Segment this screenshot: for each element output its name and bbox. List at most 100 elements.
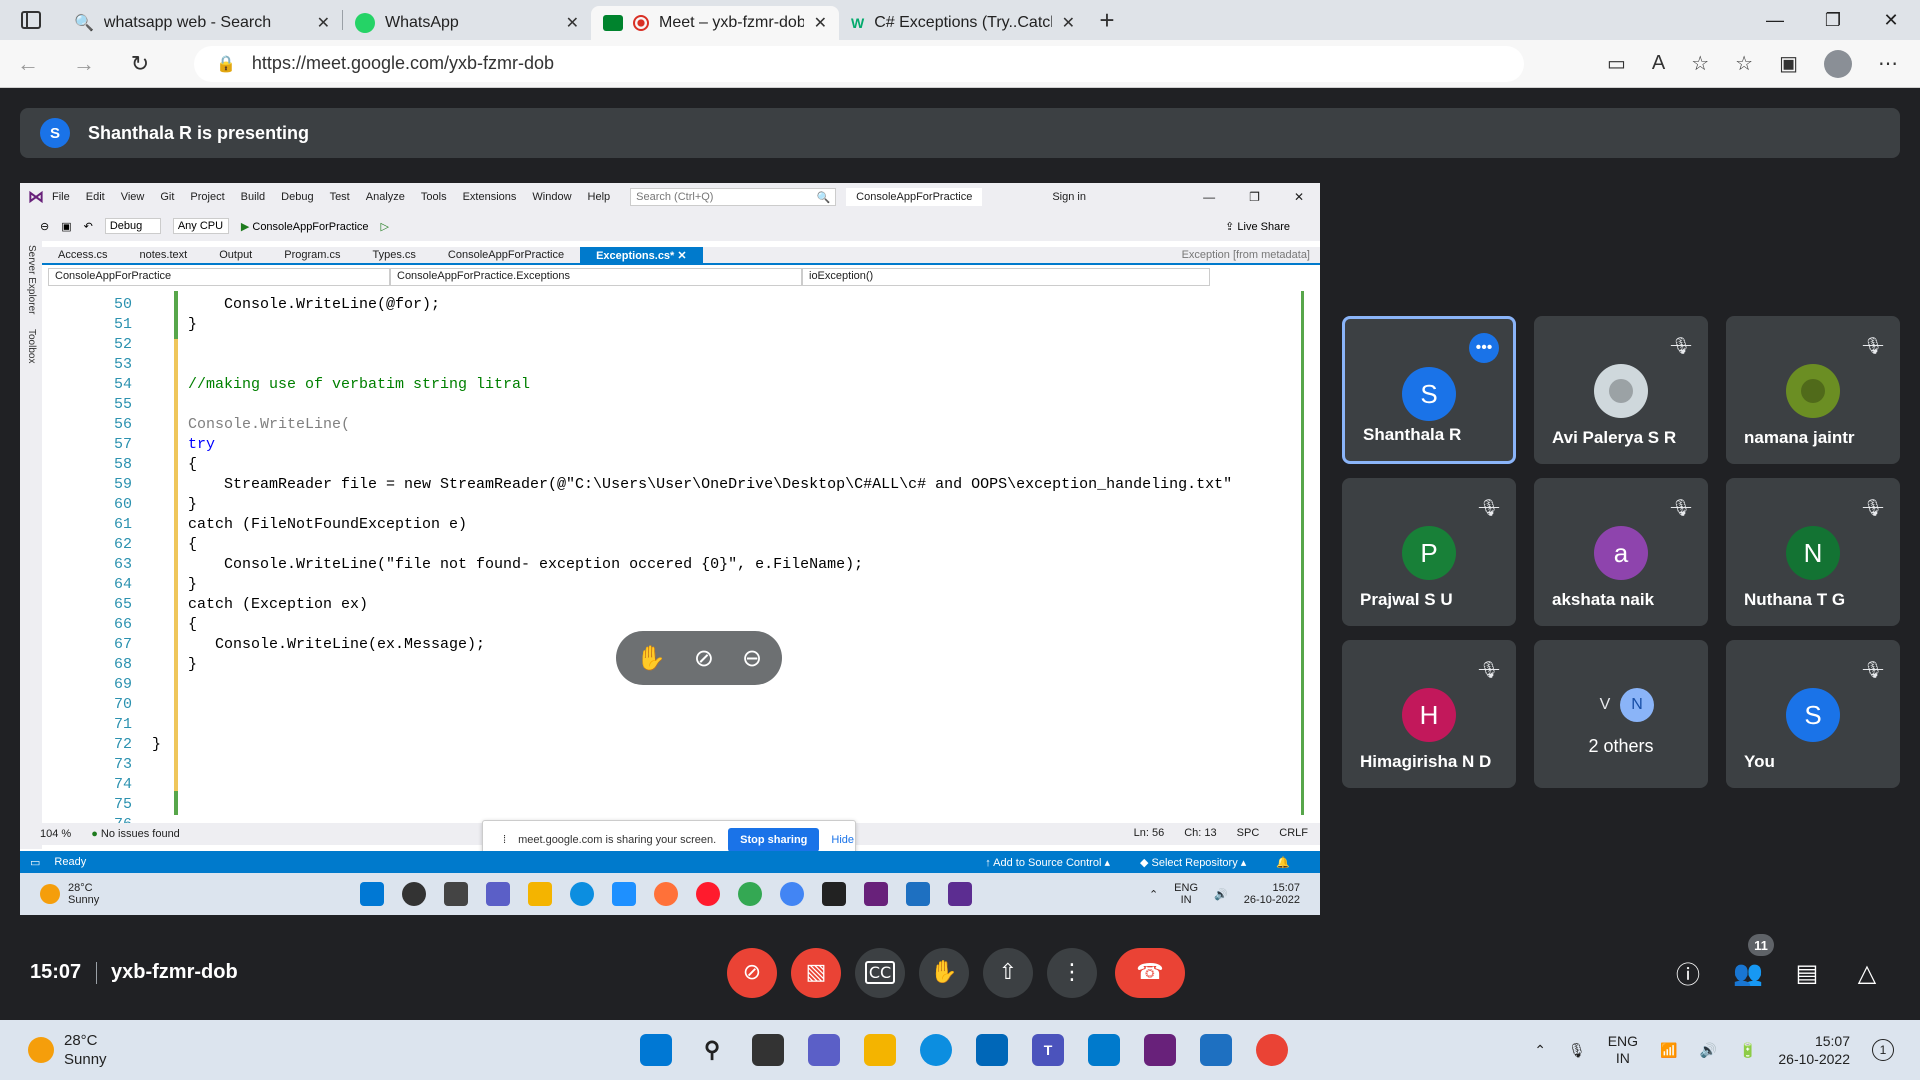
- tab-meet[interactable]: Meet – yxb-fzmr-dob ✕: [591, 6, 839, 40]
- menu-project[interactable]: Project: [190, 191, 224, 203]
- maximize-icon[interactable]: ❐: [1249, 190, 1260, 204]
- participant-tile[interactable]: N Nuthana T G 🎙: [1726, 478, 1900, 626]
- raise-hand-button[interactable]: ✋: [919, 947, 969, 998]
- search-icon[interactable]: [402, 882, 426, 906]
- chevron-up-icon[interactable]: ⌃: [1149, 888, 1158, 901]
- weather-widget[interactable]: 28°C Sunny: [20, 882, 360, 906]
- reload-icon[interactable]: ↻: [112, 51, 168, 77]
- activities-button[interactable]: △: [1847, 953, 1887, 993]
- vs-sign-in[interactable]: Sign in: [1052, 191, 1086, 203]
- chrome-icon[interactable]: [1256, 1034, 1288, 1066]
- leave-call-button[interactable]: ☎: [1115, 947, 1185, 998]
- participant-tile[interactable]: namana jaintr 🎙: [1726, 316, 1900, 464]
- volume-icon[interactable]: 🔊: [1700, 1042, 1717, 1059]
- toolbox-tab[interactable]: Toolbox: [26, 329, 37, 363]
- camera-off-button[interactable]: ▧: [791, 947, 841, 998]
- menu-view[interactable]: View: [121, 191, 145, 203]
- visual-studio-icon[interactable]: [1144, 1034, 1176, 1066]
- address-bar[interactable]: 🔒 https://meet.google.com/yxb-fzmr-dob: [194, 45, 1524, 82]
- app-icon[interactable]: [948, 882, 972, 906]
- close-icon[interactable]: ✕: [317, 13, 330, 33]
- url-text[interactable]: https://meet.google.com/yxb-fzmr-dob: [252, 53, 554, 74]
- start-icon[interactable]: [360, 882, 384, 906]
- close-icon[interactable]: ✕: [1294, 190, 1304, 204]
- notepad-icon[interactable]: [1200, 1034, 1232, 1066]
- captions-button[interactable]: CC: [855, 947, 905, 998]
- vs-search-box[interactable]: Search (Ctrl+Q) 🔍: [630, 188, 837, 206]
- platform-dropdown[interactable]: Any CPU: [172, 218, 229, 234]
- metadata-tab[interactable]: Exception [from metadata]: [1172, 247, 1320, 263]
- run-button[interactable]: ▶ ConsoleAppForPractice: [241, 220, 369, 233]
- volume-icon[interactable]: 🔊: [1214, 888, 1228, 901]
- close-icon[interactable]: ✕: [566, 13, 579, 33]
- file-explorer-icon[interactable]: [864, 1034, 896, 1066]
- doc-tab-active[interactable]: Exceptions.cs* ✕: [580, 247, 703, 263]
- participant-tile[interactable]: VN 2 others: [1534, 640, 1708, 788]
- weather-widget[interactable]: 28°C Sunny: [0, 1031, 620, 1069]
- minimize-icon[interactable]: —: [1203, 190, 1215, 204]
- clock[interactable]: 15:07 26-10-2022: [1244, 882, 1300, 906]
- select-repository[interactable]: ◆ Select Repository ▴: [1140, 856, 1246, 869]
- language-indicator[interactable]: ENG IN: [1174, 882, 1198, 906]
- undo-icon[interactable]: ↶: [84, 220, 93, 233]
- minimize-icon[interactable]: —: [1746, 0, 1804, 40]
- drag-handle-icon[interactable]: ⁞: [503, 834, 506, 846]
- collections-icon[interactable]: ▣: [1779, 51, 1798, 76]
- doc-tab[interactable]: Types.cs: [357, 247, 432, 263]
- forward-icon[interactable]: →: [56, 51, 112, 77]
- edge-icon[interactable]: [920, 1034, 952, 1066]
- opera-icon[interactable]: [696, 882, 720, 906]
- menu-git[interactable]: Git: [160, 191, 174, 203]
- favorite-add-icon[interactable]: ☆: [1691, 51, 1709, 76]
- close-icon[interactable]: ✕: [814, 13, 827, 33]
- notification-count[interactable]: 1: [1872, 1039, 1894, 1061]
- menu-window[interactable]: Window: [532, 191, 571, 203]
- menu-file[interactable]: File: [52, 191, 70, 203]
- participant-tile[interactable]: a akshata naik 🎙: [1534, 478, 1708, 626]
- live-share-button[interactable]: ⇪ Live Share: [1225, 220, 1320, 233]
- task-view-icon[interactable]: [444, 882, 468, 906]
- mic-off-button[interactable]: ⊘: [727, 947, 777, 998]
- zoom-level[interactable]: 104 %: [40, 828, 71, 840]
- favorites-icon[interactable]: ☆: [1735, 51, 1753, 76]
- add-source-control[interactable]: ↑ Add to Source Control ▴: [985, 856, 1110, 869]
- clock[interactable]: 15:07 26-10-2022: [1778, 1032, 1850, 1068]
- close-window-icon[interactable]: ✕: [1862, 0, 1920, 40]
- tab-w3schools[interactable]: W C# Exceptions (Try..Catch) ✕: [839, 6, 1087, 40]
- teams-icon[interactable]: T: [1032, 1034, 1064, 1066]
- chrome-profile-icon[interactable]: [780, 882, 804, 906]
- store-icon[interactable]: [976, 1034, 1008, 1066]
- wifi-icon[interactable]: 📶: [1660, 1042, 1677, 1059]
- nav-class[interactable]: ConsoleAppForPractice.Exceptions: [390, 268, 802, 286]
- doc-tab[interactable]: Program.cs: [268, 247, 356, 263]
- terminal-icon[interactable]: [822, 882, 846, 906]
- language-indicator[interactable]: ENG IN: [1608, 1033, 1638, 1067]
- server-explorer-tab[interactable]: Server Explorer: [26, 245, 37, 314]
- chevron-up-icon[interactable]: ⌃: [1534, 1042, 1546, 1059]
- doc-tab[interactable]: Access.cs: [42, 247, 124, 263]
- participant-tile[interactable]: P Prajwal S U 🎙: [1342, 478, 1516, 626]
- tab-actions-icon[interactable]: [0, 0, 62, 40]
- camera-icon[interactable]: ▭: [1607, 51, 1626, 76]
- read-aloud-icon[interactable]: A: [1652, 52, 1665, 75]
- issues-indicator[interactable]: ● No issues found: [91, 828, 180, 840]
- chat-button[interactable]: ▤: [1787, 953, 1827, 993]
- config-dropdown[interactable]: Debug: [104, 218, 161, 234]
- save-icon[interactable]: ▣: [61, 220, 71, 233]
- firefox-icon[interactable]: [654, 882, 678, 906]
- nav-project[interactable]: ConsoleAppForPractice: [48, 268, 390, 286]
- start-icon[interactable]: [640, 1034, 672, 1066]
- menu-tools[interactable]: Tools: [421, 191, 447, 203]
- notification-bell-icon[interactable]: 🔔: [1276, 856, 1290, 869]
- present-button[interactable]: ⇧: [983, 947, 1033, 998]
- visual-studio-icon[interactable]: [864, 882, 888, 906]
- tab-bing-search[interactable]: 🔍 whatsapp web - Search ✕: [62, 6, 342, 40]
- nav-member[interactable]: ioException(): [802, 268, 1210, 286]
- maximize-icon[interactable]: ❐: [1804, 0, 1862, 40]
- task-view-icon[interactable]: [752, 1034, 784, 1066]
- doc-tab[interactable]: Output: [203, 247, 268, 263]
- doc-tab[interactable]: ConsoleAppForPractice: [432, 247, 580, 263]
- menu-edit[interactable]: Edit: [86, 191, 105, 203]
- menu-analyze[interactable]: Analyze: [366, 191, 405, 203]
- hide-button[interactable]: Hide: [831, 834, 854, 846]
